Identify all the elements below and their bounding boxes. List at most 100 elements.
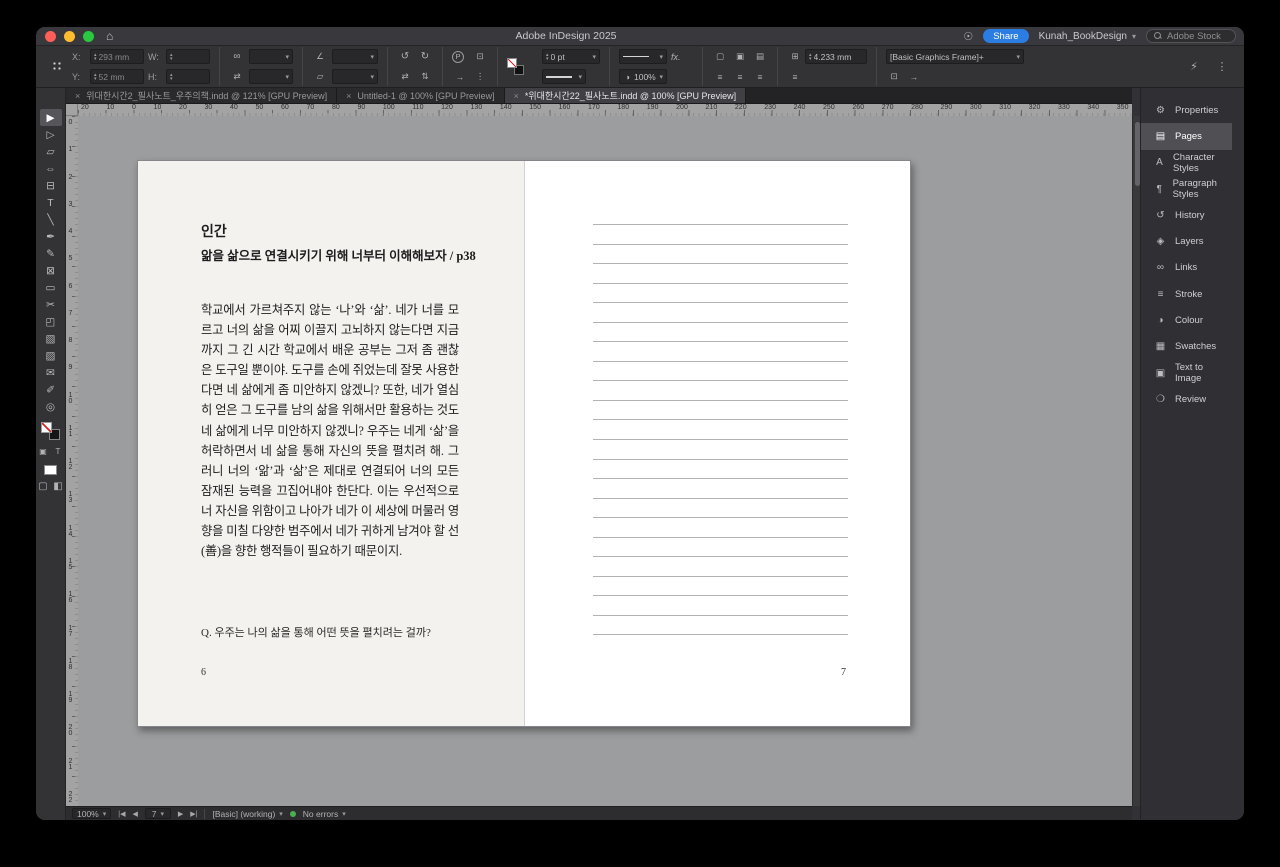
scissors-tool[interactable]: ✂ xyxy=(40,296,62,313)
previous-page-button[interactable]: ◀ xyxy=(132,810,137,818)
gradient-swatch-tool[interactable]: ▧ xyxy=(40,330,62,347)
page-6[interactable]: 인간 앎을 삶으로 연결시키기 위해 너부터 이해해보자 / p38 학교에서 … xyxy=(138,161,524,726)
close-tab-icon[interactable]: × xyxy=(514,91,519,101)
close-window-button[interactable] xyxy=(45,30,56,42)
content-collector-tool[interactable]: ⊟ xyxy=(40,177,62,194)
workspace-switcher[interactable]: Kunah_BookDesign ▾ xyxy=(1039,31,1136,42)
fill-swatch[interactable] xyxy=(41,422,52,433)
panel-tab-properties[interactable]: ⚙ Properties xyxy=(1141,97,1232,123)
style-override-icon[interactable]: ⊡ xyxy=(886,69,902,84)
preflight-profile-dropdown[interactable]: [Basic] (working) ▾ xyxy=(212,809,282,819)
normal-view-mode-button[interactable]: ▢ xyxy=(38,481,49,492)
gap-tool[interactable]: ⇔ xyxy=(40,160,62,177)
first-page-button[interactable]: |◀ xyxy=(118,810,125,818)
adobe-stock-search-input[interactable]: Adobe Stock xyxy=(1146,29,1236,43)
flip-horizontal-icon[interactable]: ⇄ xyxy=(229,69,245,84)
select-container-icon[interactable]: ⊡ xyxy=(472,49,488,64)
reference-point-proxy[interactable] xyxy=(52,61,63,72)
panel-tab-stroke[interactable]: ≡ Stroke xyxy=(1141,281,1232,307)
rotate-cw-button[interactable]: ↻ xyxy=(417,49,433,64)
clear-overrides-icon[interactable]: → xyxy=(906,69,922,84)
line-tool[interactable]: ╲ xyxy=(40,211,62,228)
object-style-dropdown[interactable]: [Basic Graphics Frame]+ ▾ xyxy=(886,49,1024,64)
home-icon[interactable]: ⌂ xyxy=(106,30,113,42)
panel-tab-history[interactable]: ↺ History xyxy=(1141,202,1232,228)
panel-tab-swatches[interactable]: ▦ Swatches xyxy=(1141,334,1232,360)
wrap-bounding-box-button[interactable]: ▣ xyxy=(732,49,748,64)
type-tool[interactable]: T xyxy=(40,194,62,211)
close-tab-icon[interactable]: × xyxy=(75,91,80,101)
zoom-level-dropdown[interactable]: 100% ▾ xyxy=(72,808,112,819)
panel-menu-icon[interactable]: ⋮ xyxy=(1214,59,1230,74)
fill-stroke-proxy[interactable] xyxy=(507,58,524,75)
panel-tab-text-to-image[interactable]: ▣ Text to Image xyxy=(1141,360,1232,386)
discover-icon[interactable]: ☉ xyxy=(963,30,973,43)
last-page-button[interactable]: ▶| xyxy=(190,810,197,818)
free-transform-tool[interactable]: ◰ xyxy=(40,313,62,330)
formatting-affects-container-button[interactable]: ▣ xyxy=(38,446,49,457)
close-tab-icon[interactable]: × xyxy=(346,91,351,101)
document-tab[interactable]: × Untitled-1 @ 100% [GPU Preview] xyxy=(337,88,505,103)
vertical-ruler[interactable]: 0 1 2 3 4 5 6 7 8 9 10 11 12 13 14 15 16 17 18 19 20 21 22 xyxy=(66,116,78,806)
minimize-window-button[interactable] xyxy=(64,30,75,42)
constrain-proportions-icon[interactable]: ∞ xyxy=(229,49,245,64)
flip-vertical-button[interactable]: ⇅ xyxy=(417,69,433,84)
wrap-none-button[interactable]: ▢ xyxy=(712,49,728,64)
pen-tool[interactable]: ✒ xyxy=(40,228,62,245)
next-page-button[interactable]: ▶ xyxy=(178,810,183,818)
rectangle-frame-tool[interactable]: ⊠ xyxy=(40,262,62,279)
preflight-status-dropdown[interactable]: No errors ▾ xyxy=(303,809,346,819)
effects-button[interactable]: fx. xyxy=(671,52,693,62)
document-tab[interactable]: × *위대한시간22_필사노트.indd @ 100% [GPU Preview… xyxy=(504,88,747,103)
page-7[interactable]: 7 xyxy=(524,161,910,726)
flip-horizontal-button[interactable]: ⇄ xyxy=(397,69,413,84)
panel-tab-pages[interactable]: ▤ Pages xyxy=(1141,123,1232,150)
pasteboard[interactable]: 인간 앎을 삶으로 연결시키기 위해 너부터 이해해보자 / p38 학교에서 … xyxy=(78,116,1132,806)
height-field[interactable]: ▴ ▾ xyxy=(166,69,210,84)
rotation-angle-field[interactable]: ▾ xyxy=(332,49,378,64)
corner-radius-field[interactable]: ▴ ▾ 4.233 mm xyxy=(805,49,867,64)
apply-color-button[interactable] xyxy=(44,465,57,475)
formatting-affects-text-button[interactable]: T xyxy=(53,446,64,457)
opacity-field[interactable]: ◑ 100% ▾ xyxy=(619,69,667,84)
align-left-button[interactable]: ≡ xyxy=(712,69,728,84)
screen-mode-button[interactable]: ◧ xyxy=(53,481,64,492)
align-right-button[interactable]: ≡ xyxy=(752,69,768,84)
frame-fitting-icon[interactable]: ≡ xyxy=(787,69,803,84)
rectangle-tool[interactable]: ▭ xyxy=(40,279,62,296)
note-tool[interactable]: ✉ xyxy=(40,364,62,381)
shear-angle-field[interactable]: ▾ xyxy=(332,69,378,84)
gradient-feather-tool[interactable]: ▨ xyxy=(40,347,62,364)
zoom-window-button[interactable] xyxy=(83,30,94,42)
pencil-tool[interactable]: ✎ xyxy=(40,245,62,262)
rotate-ccw-button[interactable]: ↺ xyxy=(397,49,413,64)
x-position-field[interactable]: ▴ ▾ 293 mm xyxy=(90,49,144,64)
eyedropper-tool[interactable]: ✐ xyxy=(40,381,62,398)
page-number-field[interactable]: 7 ▾ xyxy=(144,808,171,819)
scale-x-field[interactable]: ▾ xyxy=(249,49,293,64)
panel-tab-links[interactable]: ∞ Links xyxy=(1141,255,1232,281)
panel-tab-character-styles[interactable]: A Character Styles xyxy=(1141,150,1232,176)
stroke-style-dropdown[interactable]: ▾ xyxy=(619,49,667,64)
width-field[interactable]: ▴ ▾ xyxy=(166,49,210,64)
page-tool[interactable]: ▱ xyxy=(40,143,62,160)
scale-y-field[interactable]: ▾ xyxy=(249,69,293,84)
stroke-type-dropdown[interactable]: ▾ xyxy=(542,69,586,84)
document-tab[interactable]: × 위대한시간2_필사노트_우주의책.indd @ 121% [GPU Prev… xyxy=(66,88,338,103)
panel-tab-colour[interactable]: ◑ Colour xyxy=(1141,307,1232,333)
gpu-performance-icon[interactable]: ⚡ xyxy=(1186,59,1202,74)
select-previous-icon[interactable]: ⋮ xyxy=(472,69,488,84)
selection-tool[interactable]: ▶ xyxy=(39,109,62,126)
panel-tab-review[interactable]: ❍ Review xyxy=(1141,386,1232,412)
stroke-weight-field[interactable]: ▴ ▾ 0 pt ▾ xyxy=(542,49,600,64)
panel-tab-layers[interactable]: ◈ Layers xyxy=(1141,228,1232,254)
zoom-tool[interactable]: ◎ xyxy=(40,398,62,415)
y-position-field[interactable]: ▴ ▾ 52 mm xyxy=(90,69,144,84)
share-button[interactable]: Share xyxy=(983,29,1029,43)
ruler-origin-corner[interactable] xyxy=(66,104,78,116)
fill-stroke-widget[interactable] xyxy=(41,422,60,440)
select-content-icon[interactable]: → xyxy=(452,69,468,84)
panel-tab-paragraph-styles[interactable]: ¶ Paragraph Styles xyxy=(1141,176,1232,202)
align-center-button[interactable]: ≡ xyxy=(732,69,748,84)
direct-selection-tool[interactable]: ▷ xyxy=(40,126,62,143)
